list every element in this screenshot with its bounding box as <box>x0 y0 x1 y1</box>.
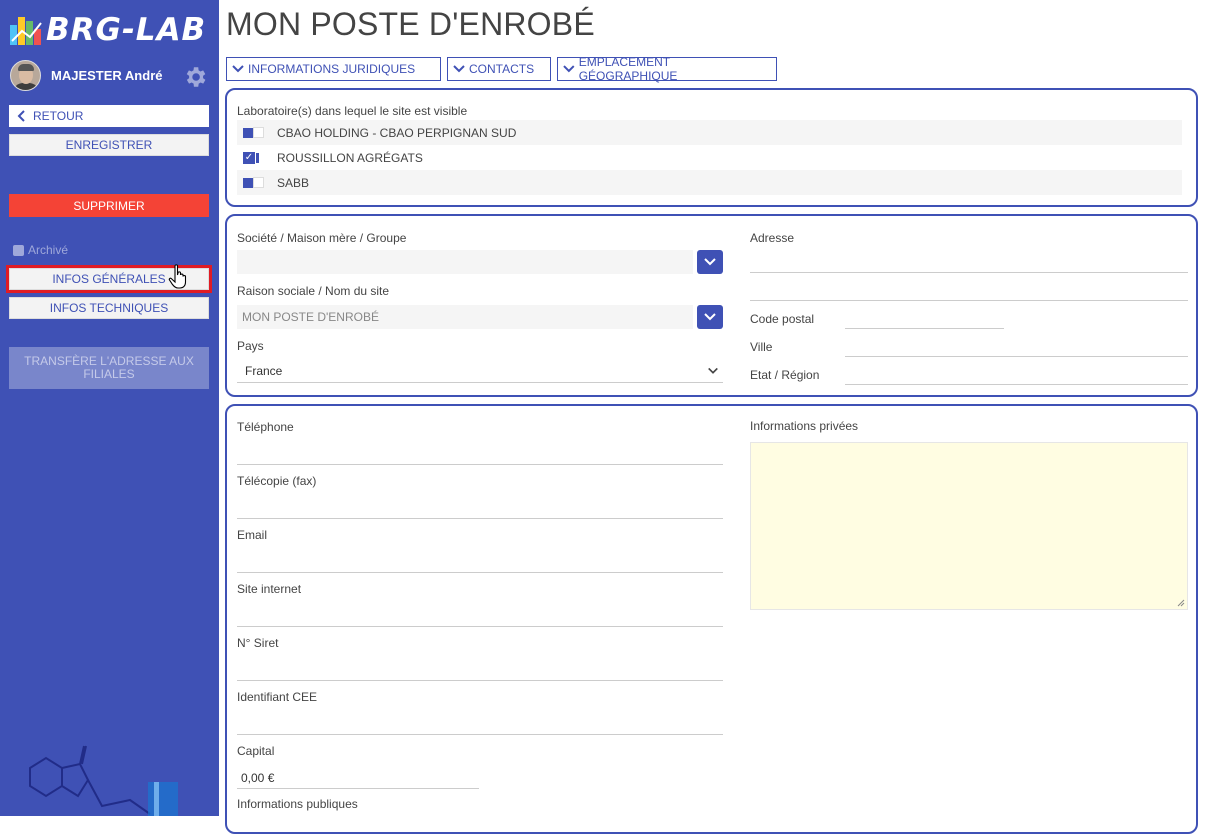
company-label: Société / Maison mère / Groupe <box>237 231 407 245</box>
chevron-down-icon <box>704 313 716 321</box>
company-select[interactable] <box>237 250 693 274</box>
country-label: Pays <box>237 339 264 353</box>
back-button-label: RETOUR <box>33 109 84 123</box>
website-label: Site internet <box>237 582 302 596</box>
labs-panel: Laboratoire(s) dans lequel le site est v… <box>225 88 1198 207</box>
lab-name: ROUSSILLON AGRÉGATS <box>277 150 423 165</box>
chevron-down-icon <box>708 367 718 374</box>
molecule-decoration-icon <box>29 745 178 816</box>
page-title: MON POSTE D'ENROBÉ <box>226 6 595 42</box>
identity-panel: Société / Maison mère / Groupe Raison so… <box>225 214 1198 397</box>
user-name: MAJESTER André <box>51 67 163 83</box>
site-name-label: Raison sociale / Nom du site <box>237 284 390 298</box>
gear-icon[interactable] <box>182 64 208 90</box>
back-button[interactable]: RETOUR <box>9 105 209 127</box>
archive-checkbox[interactable]: Archivé <box>13 243 68 257</box>
public-info-label: Informations publiques <box>237 797 358 811</box>
lab-partial-indicator <box>243 127 253 138</box>
lab-checkbox[interactable] <box>253 177 264 188</box>
siret-label: N° Siret <box>237 636 279 650</box>
postal-code-label: Code postal <box>750 312 815 326</box>
save-button-label: ENREGISTRER <box>65 138 153 152</box>
country-select[interactable]: France <box>237 359 723 383</box>
tech-info-label: INFOS TECHNIQUES <box>49 301 169 315</box>
lab-partial-indicator <box>256 152 259 163</box>
logo-text: BRG-LAB <box>46 12 207 48</box>
delete-button-label: SUPPRIMER <box>73 198 145 213</box>
tab-contacts-label: CONTACTS <box>469 62 535 76</box>
lab-name: SABB <box>277 175 310 190</box>
region-label: Etat / Région <box>750 368 820 382</box>
capital-value: 0,00 € <box>241 771 275 785</box>
lab-row[interactable]: CBAO HOLDING - CBAO PERPIGNAN SUD <box>237 120 1182 145</box>
site-name-value: MON POSTE D'ENROBÉ <box>242 310 379 324</box>
transfer-address-label: TRANSFÈRE L'ADRESSE AUX FILIALES <box>24 354 194 381</box>
company-dropdown-button[interactable] <box>697 250 723 274</box>
siret-input[interactable] <box>237 658 723 681</box>
lab-row[interactable]: SABB <box>237 170 1182 195</box>
private-info-textarea[interactable] <box>750 442 1188 610</box>
labs-heading: Laboratoire(s) dans lequel le site est v… <box>237 104 468 118</box>
hand-cursor-icon <box>168 264 187 289</box>
email-input[interactable] <box>237 550 723 573</box>
delete-button[interactable]: SUPPRIMER <box>9 194 209 217</box>
site-name-select[interactable]: MON POSTE D'ENROBÉ <box>237 305 693 329</box>
city-input[interactable] <box>845 334 1188 357</box>
tab-contacts[interactable]: CONTACTS <box>447 57 551 81</box>
resize-handle-icon[interactable] <box>1177 599 1185 607</box>
lab-checkbox-checked[interactable]: ✓ <box>243 151 255 164</box>
section-tabs: INFORMATIONS JURIDIQUES CONTACTS EMPLACE… <box>226 55 777 83</box>
save-button[interactable]: ENREGISTRER <box>9 134 209 156</box>
archive-label: Archivé <box>28 243 69 257</box>
private-info-label: Informations privées <box>750 419 859 433</box>
tab-location[interactable]: EMPLACEMENT GÉOGRAPHIQUE <box>557 55 777 83</box>
site-name-dropdown-button[interactable] <box>697 305 723 329</box>
tab-legal-info[interactable]: INFORMATIONS JURIDIQUES <box>226 57 441 81</box>
lab-name: CBAO HOLDING - CBAO PERPIGNAN SUD <box>277 125 517 140</box>
address-line2-input[interactable] <box>750 278 1188 301</box>
capital-label: Capital <box>237 744 275 758</box>
fax-input[interactable] <box>237 496 723 519</box>
chevron-down-icon <box>232 65 244 73</box>
email-label: Email <box>237 528 268 542</box>
transfer-address-button[interactable]: TRANSFÈRE L'ADRESSE AUX FILIALES <box>9 347 209 389</box>
postal-code-input[interactable] <box>845 306 1004 329</box>
user-info: MAJESTER André <box>10 59 210 91</box>
sidebar: BRG-LAB MAJESTER André RETOUR ENREGISTRE… <box>0 0 219 816</box>
chevron-down-icon <box>453 65 465 73</box>
phone-input[interactable] <box>237 442 723 465</box>
tab-legal-info-label: INFORMATIONS JURIDIQUES <box>248 62 416 76</box>
website-input[interactable] <box>237 604 723 627</box>
chevron-down-icon <box>563 65 575 73</box>
phone-label: Téléphone <box>237 420 294 434</box>
chevron-left-icon <box>17 110 25 122</box>
tech-info-button[interactable]: INFOS TECHNIQUES <box>9 297 209 319</box>
chevron-down-icon <box>704 258 716 266</box>
tab-location-label: EMPLACEMENT GÉOGRAPHIQUE <box>578 55 678 83</box>
app-logo[interactable]: BRG-LAB <box>8 10 206 50</box>
country-value: France <box>245 363 283 378</box>
address-line1-input[interactable] <box>750 250 1188 273</box>
contact-panel: Téléphone Télécopie (fax) Email Site int… <box>225 404 1198 834</box>
cee-input[interactable] <box>237 712 723 735</box>
cee-label: Identifiant CEE <box>237 690 318 704</box>
fax-label: Télécopie (fax) <box>237 474 317 488</box>
archive-checkbox-box[interactable] <box>13 244 24 256</box>
lab-checkbox[interactable] <box>253 127 264 138</box>
lab-partial-indicator <box>243 177 253 188</box>
logo-bars-icon <box>8 11 44 49</box>
city-label: Ville <box>750 340 773 354</box>
lab-row[interactable]: ✓ ROUSSILLON AGRÉGATS <box>237 145 1182 170</box>
avatar[interactable] <box>10 59 41 91</box>
region-input[interactable] <box>845 362 1188 385</box>
general-info-label: INFOS GÉNÉRALES <box>52 272 166 286</box>
address-label: Adresse <box>750 231 795 245</box>
